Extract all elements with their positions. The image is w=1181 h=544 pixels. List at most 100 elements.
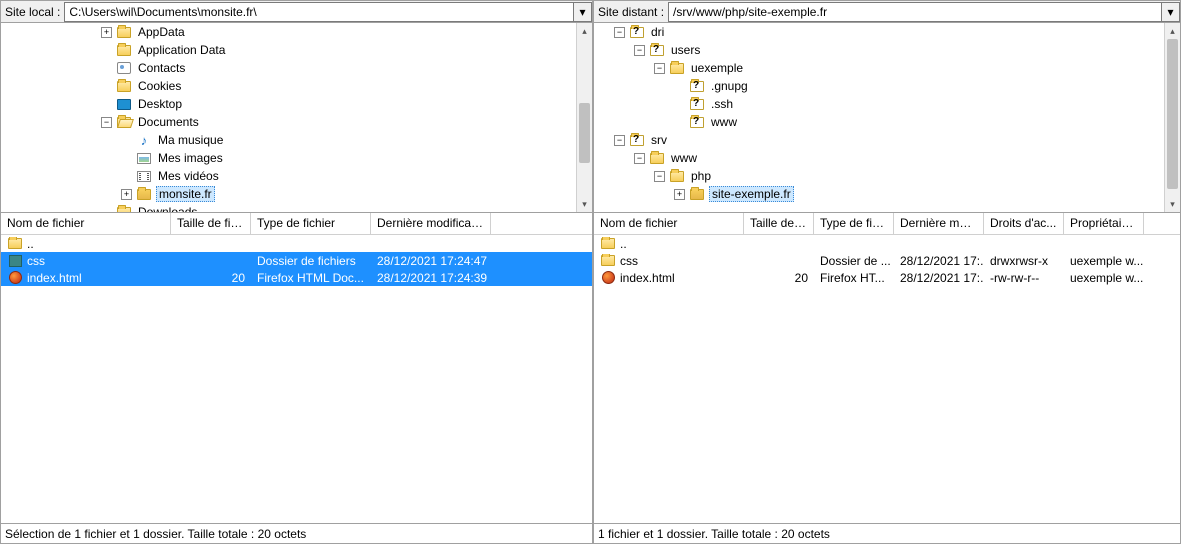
tree-item[interactable]: ?.ssh (594, 95, 1164, 113)
column-header[interactable]: Taille de fi... (744, 213, 814, 234)
remote-path-input[interactable]: /srv/www/php/site-exemple.fr (668, 2, 1162, 22)
tree-item[interactable]: ♪Ma musique (1, 131, 576, 149)
remote-file-headers[interactable]: Nom de fichierTaille de fi...Type de fic… (594, 213, 1180, 235)
tree-item[interactable]: Mes vidéos (1, 167, 576, 185)
remote-file-list[interactable]: ..cssDossier de ...28/12/2021 17:...drwx… (594, 235, 1180, 523)
collapse-icon[interactable]: − (101, 117, 112, 128)
image-icon (136, 151, 152, 165)
file-cell-type: Firefox HT... (814, 271, 894, 285)
file-cell-owner: uexemple w... (1064, 271, 1144, 285)
scroll-down-icon[interactable]: ▾ (577, 196, 592, 212)
local-file-headers[interactable]: Nom de fichierTaille de fic...Type de fi… (1, 213, 592, 235)
column-header[interactable]: Taille de fic... (171, 213, 251, 234)
column-header[interactable]: Droits d'ac... (984, 213, 1064, 234)
local-path-input[interactable]: C:\Users\wil\Documents\monsite.fr\ (64, 2, 574, 22)
local-path-dropdown[interactable]: ▾ (574, 2, 592, 22)
remote-pane: Site distant : /srv/www/php/site-exemple… (593, 0, 1181, 544)
collapse-icon[interactable]: − (614, 27, 625, 38)
column-header[interactable]: Nom de fichier (594, 213, 744, 234)
tree-item-label: Mes vidéos (156, 169, 221, 183)
column-header[interactable]: Dernière modificat... (371, 213, 491, 234)
local-tree[interactable]: +AppDataApplication Data Contacts Cookies D… (1, 23, 592, 213)
file-cell-name: .. (594, 237, 744, 251)
tree-item[interactable]: Downloads (1, 203, 576, 212)
tree-item-label: Desktop (136, 97, 184, 111)
file-cell-perm: drwxrwsr-x (984, 254, 1064, 268)
chevron-down-icon: ▾ (1167, 5, 1173, 19)
tree-item[interactable]: +monsite.fr (1, 185, 576, 203)
tree-item[interactable]: −?users (594, 41, 1164, 59)
tree-item[interactable]: Application Data (1, 41, 576, 59)
remote-site-label: Site distant : (594, 5, 668, 19)
expand-icon[interactable]: + (121, 189, 132, 200)
file-cell-date: 28/12/2021 17:... (894, 271, 984, 285)
html-file-icon (600, 271, 616, 285)
tree-item[interactable]: −php (594, 167, 1164, 185)
remote-path-dropdown[interactable]: ▾ (1162, 2, 1180, 22)
file-row[interactable]: index.html20Firefox HT...28/12/2021 17:.… (594, 269, 1180, 286)
remote-address-bar: Site distant : /srv/www/php/site-exemple… (594, 1, 1180, 23)
file-cell-date: 28/12/2021 17:24:47 (371, 254, 491, 268)
file-row[interactable]: cssDossier de fichiers28/12/2021 17:24:4… (1, 252, 592, 269)
tree-item[interactable]: −Documents (1, 113, 576, 131)
column-header[interactable]: Type de fichier (251, 213, 371, 234)
tree-item-label: Cookies (136, 79, 183, 93)
tree-item-label: .gnupg (709, 79, 750, 93)
tree-item-label: Ma musique (156, 133, 225, 147)
scroll-down-icon[interactable]: ▾ (1165, 196, 1180, 212)
scroll-thumb[interactable] (579, 103, 590, 163)
collapse-icon[interactable]: − (654, 63, 665, 74)
folder-icon (116, 25, 132, 39)
tree-item-label: Contacts (136, 61, 187, 75)
local-site-label: Site local : (1, 5, 64, 19)
folder-icon (689, 187, 705, 201)
tree-item[interactable]: Contacts (1, 59, 576, 77)
column-header[interactable]: Nom de fichier (1, 213, 171, 234)
folder-icon (136, 187, 152, 201)
local-file-list[interactable]: ..cssDossier de fichiers28/12/2021 17:24… (1, 235, 592, 523)
file-row[interactable]: .. (594, 235, 1180, 252)
column-header[interactable]: Propriétaire... (1064, 213, 1144, 234)
file-cell-name: .. (1, 237, 171, 251)
column-header[interactable]: Type de fic... (814, 213, 894, 234)
expand-icon[interactable]: + (674, 189, 685, 200)
folder-icon (7, 237, 23, 251)
file-cell-perm: -rw-rw-r-- (984, 271, 1064, 285)
folder-icon (669, 169, 685, 183)
file-cell-name: css (594, 254, 744, 268)
file-row[interactable]: index.html20Firefox HTML Doc...28/12/202… (1, 269, 592, 286)
collapse-icon[interactable]: − (654, 171, 665, 182)
folder-open-icon (116, 115, 132, 129)
collapse-icon[interactable]: − (634, 153, 645, 164)
tree-item[interactable]: +AppData (1, 23, 576, 41)
tree-item-label: www (669, 151, 699, 165)
tree-item[interactable]: ?www (594, 113, 1164, 131)
collapse-icon[interactable]: − (634, 45, 645, 56)
tree-item[interactable]: ?.gnupg (594, 77, 1164, 95)
scroll-up-icon[interactable]: ▴ (1165, 23, 1180, 39)
tree-item[interactable]: −uexemple (594, 59, 1164, 77)
collapse-icon[interactable]: − (614, 135, 625, 146)
scroll-up-icon[interactable]: ▴ (577, 23, 592, 39)
tree-item[interactable]: −?dri (594, 23, 1164, 41)
column-header[interactable]: Dernière modif... (894, 213, 984, 234)
local-tree-scrollbar[interactable]: ▴ ▾ (576, 23, 592, 212)
tree-item-label: dri (649, 25, 666, 39)
tree-item[interactable]: Mes images (1, 149, 576, 167)
expand-icon[interactable]: + (101, 27, 112, 38)
folder-icon (649, 151, 665, 165)
remote-tree-scrollbar[interactable]: ▴ ▾ (1164, 23, 1180, 212)
file-cell-size: 20 (744, 271, 814, 285)
file-cell-name: index.html (594, 271, 744, 285)
tree-item[interactable]: −?srv (594, 131, 1164, 149)
scroll-thumb[interactable] (1167, 39, 1178, 189)
folder-icon (116, 205, 132, 212)
tree-item[interactable]: − www (594, 149, 1164, 167)
file-row[interactable]: .. (1, 235, 592, 252)
file-row[interactable]: cssDossier de ...28/12/2021 17:...drwxrw… (594, 252, 1180, 269)
tree-item[interactable]: +site-exemple.fr (594, 185, 1164, 203)
tree-item-label: Mes images (156, 151, 225, 165)
remote-tree[interactable]: −?dri−?users−uexemple?.gnupg?.ssh?www−?s… (594, 23, 1180, 213)
tree-item[interactable]: Desktop (1, 95, 576, 113)
tree-item[interactable]: Cookies (1, 77, 576, 95)
